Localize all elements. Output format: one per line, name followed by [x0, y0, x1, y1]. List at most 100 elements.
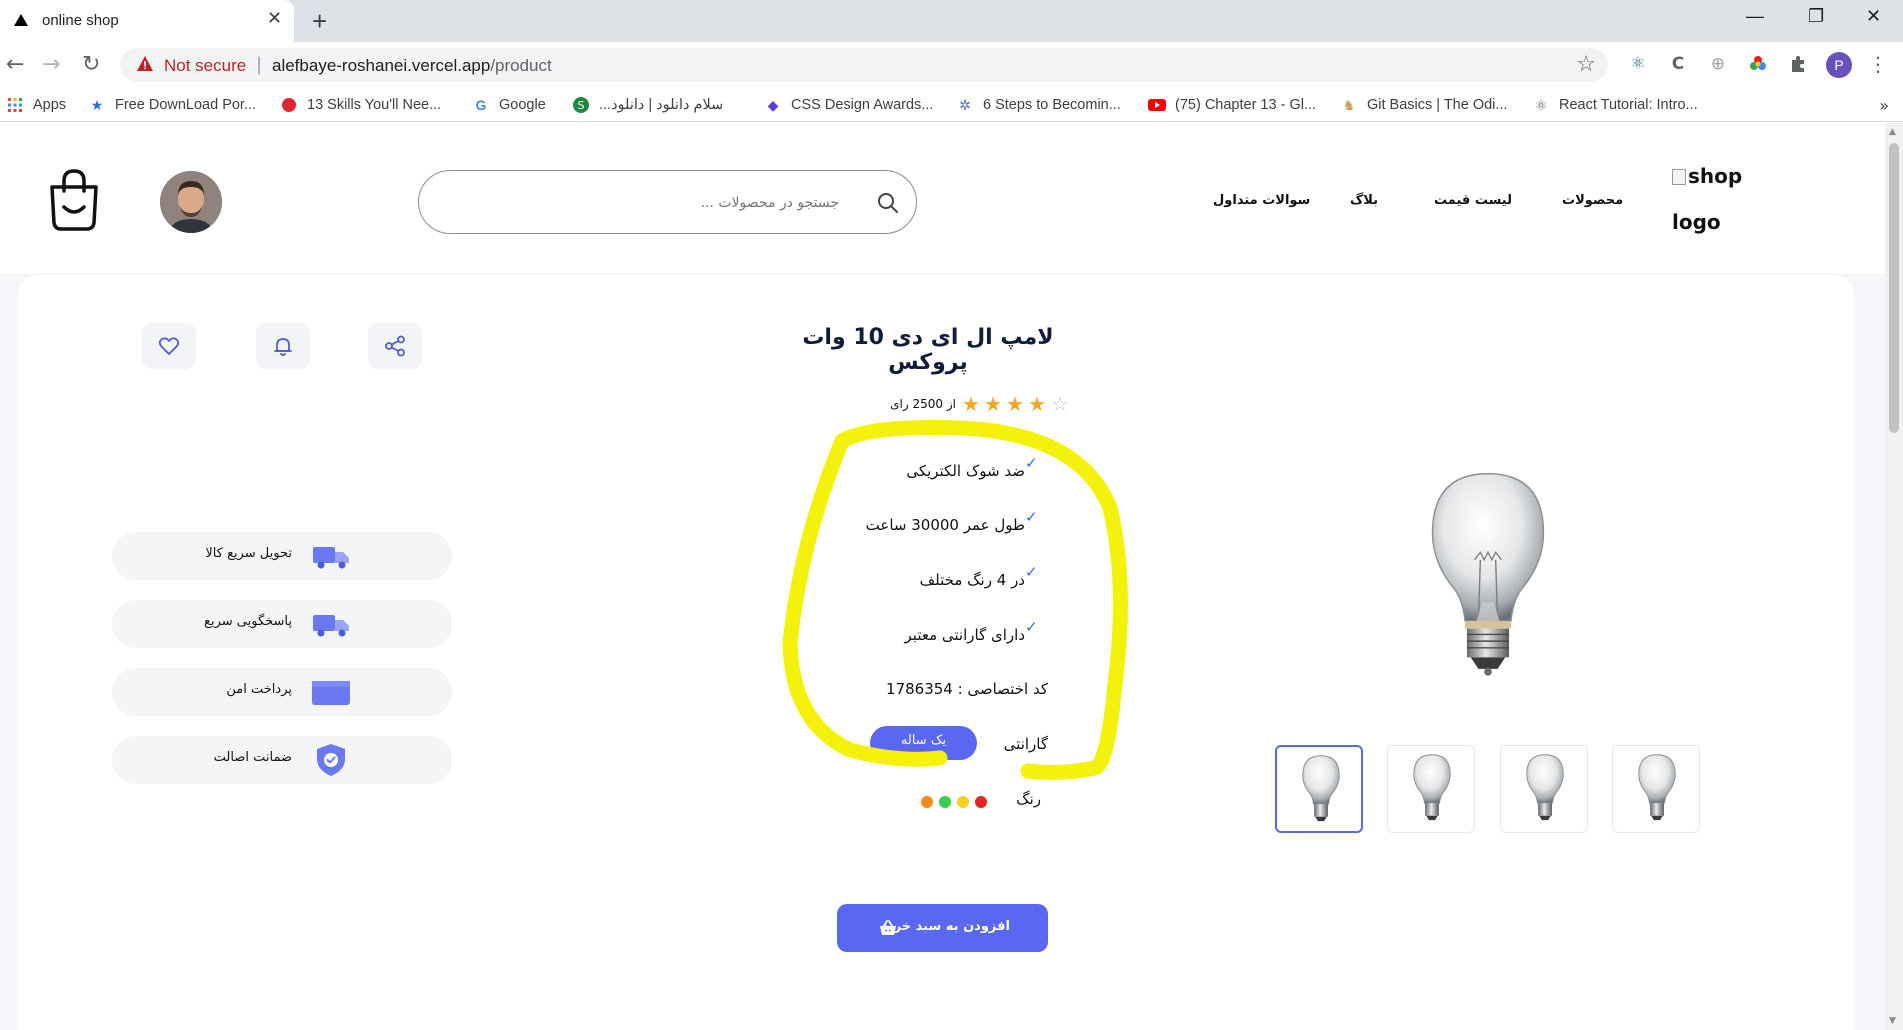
page-scrollbar[interactable]: ▲ ▼ — [1885, 123, 1903, 1030]
bookmark-label: (75) Chapter 13 - Gl... — [1175, 97, 1317, 113]
bulb-thumbnail-icon — [1638, 754, 1676, 821]
bookmark-item[interactable]: S سلام دانلود | دانلود... — [572, 94, 723, 116]
favorite-button[interactable] — [142, 323, 196, 369]
product-code: کد اختصاصی : 1786354 — [886, 680, 1048, 698]
warranty-badge[interactable]: یک ساله — [870, 726, 977, 760]
share-icon — [385, 335, 405, 357]
new-tab-button[interactable]: + — [312, 6, 327, 37]
bookmark-item[interactable]: ✲ 6 Steps to Becomin... — [956, 94, 1121, 116]
product-thumbnail[interactable] — [1612, 745, 1700, 833]
color-swatch-red[interactable] — [975, 796, 987, 808]
star-filled-icon: ★ — [1006, 392, 1024, 416]
share-button[interactable] — [368, 323, 422, 369]
color-swatch-green[interactable] — [939, 796, 951, 808]
star-icon: ★ — [90, 96, 104, 113]
tab-title: online shop — [42, 12, 119, 29]
bookmark-star-icon[interactable]: ☆ — [1576, 52, 1596, 77]
feature-fast-delivery: تحویل سریع کالا — [112, 532, 452, 580]
url-host: alefbaye-roshanei.vercel.app — [272, 56, 491, 75]
shopping-bag-icon[interactable] — [44, 167, 104, 231]
react-icon: ⚛ — [1534, 96, 1548, 113]
feature-authenticity: ضمانت اصالت — [112, 736, 452, 784]
bookmarks-overflow-icon[interactable]: » — [1879, 96, 1889, 115]
bookmarks-bar: Apps ★ Free DownLoad Por... 13 Skills Yo… — [0, 88, 1903, 122]
address-bar[interactable]: Not secure | alefbaye-roshanei.vercel.ap… — [120, 48, 1608, 82]
color-swatch-orange[interactable] — [921, 796, 933, 808]
puzzle-extensions-icon[interactable] — [1786, 52, 1810, 76]
globe-extension-icon[interactable]: ⊕ — [1706, 52, 1730, 76]
feature-secure-payment: پرداخت امن — [112, 668, 452, 716]
bookmark-item[interactable]: 13 Skills You'll Nee... — [280, 94, 441, 116]
bulb-thumbnail-icon — [1413, 754, 1451, 821]
bulb-thumbnail-icon — [1302, 755, 1340, 822]
product-thumbnail[interactable] — [1387, 745, 1475, 833]
color-picker-icon[interactable] — [1746, 52, 1770, 76]
search-icon[interactable] — [876, 191, 900, 215]
search-input[interactable] — [439, 191, 839, 215]
check-icon: ✓ — [1025, 508, 1038, 526]
bookmark-item[interactable]: G Google — [472, 94, 546, 116]
react-devtools-icon[interactable]: ⚛ — [1626, 52, 1650, 76]
odin-icon: ♞ — [1342, 96, 1356, 113]
profile-avatar[interactable]: P — [1826, 52, 1852, 78]
browser-menu-icon[interactable]: ⋮ — [1866, 52, 1890, 76]
shop-logo[interactable]: shop logo — [1672, 153, 1762, 243]
feature-label: پرداخت امن — [226, 682, 292, 697]
site-header: محصولات لیست قیمت بلاگ سوالات متداول sho… — [0, 123, 1885, 275]
browser-tab[interactable]: online shop ✕ — [0, 0, 294, 42]
notify-button[interactable] — [256, 323, 310, 369]
bookmark-item[interactable]: (75) Chapter 13 - Gl... — [1148, 94, 1316, 116]
warranty-label: گارانتی — [1003, 735, 1048, 753]
tab-close-icon[interactable]: ✕ — [267, 9, 282, 29]
green-s-icon: S — [572, 96, 590, 114]
nav-link-price-list[interactable]: لیست قیمت — [1434, 193, 1512, 208]
restore-button[interactable]: ❐ — [1808, 6, 1824, 27]
cssviewer-icon[interactable]: C — [1666, 52, 1690, 76]
truck-icon — [313, 615, 349, 637]
bookmark-label: 6 Steps to Becomin... — [983, 97, 1121, 113]
bookmark-item[interactable]: ⚛ React Tutorial: Intro... — [1532, 94, 1698, 116]
check-icon: ✓ — [1025, 618, 1038, 636]
back-arrow-icon[interactable]: ← — [6, 51, 24, 79]
bookmark-label: Free DownLoad Por... — [115, 97, 257, 113]
bookmark-item[interactable]: ♞ Git Basics | The Odi... — [1340, 94, 1508, 116]
star-filled-icon: ★ — [962, 392, 980, 416]
feature-label: تحویل سریع کالا — [205, 546, 292, 561]
add-to-cart-button[interactable]: افزودن به سبد خرید — [837, 904, 1048, 952]
url-text: alefbaye-roshanei.vercel.app/product — [272, 56, 552, 76]
nav-link-faq[interactable]: سوالات متداول — [1213, 193, 1310, 208]
spec-item: در 4 رنگ مختلف — [919, 571, 1025, 589]
color-label: رنگ — [1016, 790, 1041, 808]
check-icon: ✓ — [1025, 563, 1038, 581]
reload-icon[interactable]: ↻ — [82, 51, 100, 79]
scroll-down-icon[interactable]: ▼ — [1889, 1016, 1896, 1026]
spec-item: دارای گارانتی معتبر — [904, 626, 1025, 644]
color-swatch-yellow[interactable] — [957, 796, 969, 808]
not-secure-label: Not secure — [164, 56, 247, 75]
user-avatar[interactable] — [160, 171, 222, 233]
forward-arrow-icon[interactable]: → — [42, 51, 60, 79]
bookmark-item[interactable]: Apps — [6, 94, 66, 116]
bookmark-item[interactable]: ★ Free DownLoad Por... — [88, 94, 256, 116]
bookmark-label: 13 Skills You'll Nee... — [307, 97, 442, 113]
nav-link-products[interactable]: محصولات — [1562, 193, 1623, 208]
search-bar[interactable] — [418, 170, 917, 234]
url-path: /product — [490, 56, 552, 75]
bell-icon — [274, 338, 292, 356]
spec-item: ضد شوک الکتریکی — [906, 462, 1025, 480]
scrollbar-thumb[interactable] — [1889, 143, 1899, 433]
red-circle-icon — [280, 96, 298, 114]
minimize-button[interactable]: — — [1746, 6, 1764, 27]
nav-link-blog[interactable]: بلاگ — [1350, 193, 1378, 208]
add-to-cart-label: افزودن به سبد خرید — [881, 919, 1010, 934]
broken-image-icon — [1672, 169, 1686, 185]
close-window-button[interactable]: ✕ — [1866, 6, 1881, 27]
youtube-icon — [1148, 96, 1166, 114]
product-thumbnail[interactable] — [1275, 745, 1363, 833]
scroll-up-icon[interactable]: ▲ — [1889, 127, 1896, 137]
web-page: محصولات لیست قیمت بلاگ سوالات متداول sho… — [0, 123, 1885, 1030]
product-thumbnail[interactable] — [1500, 745, 1588, 833]
bookmark-item[interactable]: ◆ CSS Design Awards... — [764, 94, 934, 116]
bulb-thumbnail-icon — [1526, 754, 1564, 821]
check-icon: ✓ — [1025, 454, 1038, 472]
